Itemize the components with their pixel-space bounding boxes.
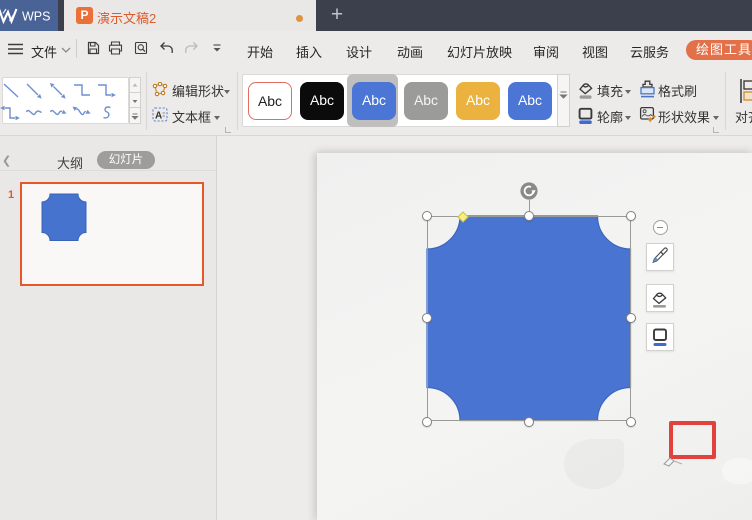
svg-text:WPS: WPS (22, 10, 50, 24)
svg-text:A: A (155, 111, 162, 122)
